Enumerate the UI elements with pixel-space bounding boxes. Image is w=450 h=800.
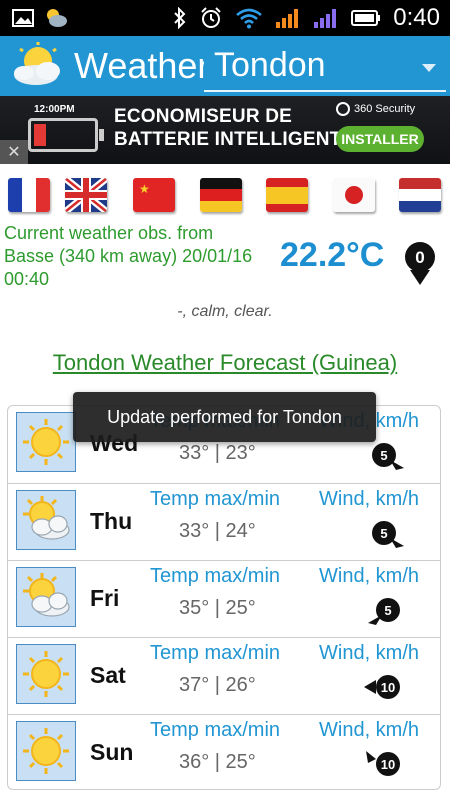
temp-label: Temp max/min [150,565,281,587]
wind-label: Wind, km/h [319,488,420,510]
forecast-temps: 35° | 25° [179,597,256,619]
gallery-icon [12,9,34,27]
spain-flag-icon[interactable] [266,178,308,212]
germany-flag-icon[interactable] [200,178,242,212]
forecast-row[interactable]: Sat Temp max/min 37° | 26° Wind, km/h 10 [8,637,440,714]
temp-label: Temp max/min [150,719,281,741]
ad-brand: 360 Security [336,102,415,116]
temp-label: Temp max/min [150,488,281,510]
app-thumbnail-icon [47,9,67,27]
current-temperature: 22.2°C [280,236,385,274]
forecast-day: Thu [90,508,133,534]
forecast-table: WedTemp max/min33° | 23°Wind, km/h5ThuTe… [7,405,441,790]
forecast-row[interactable]: Sun Temp max/min 36° | 25° Wind, km/h 10 [8,714,440,789]
wind-direction-icon: 10 [362,672,408,702]
forecast-wind-speed: 10 [381,680,395,695]
wind-direction-icon: 0 [405,242,435,285]
forecast-wind-speed: 5 [380,526,387,541]
battery-icon [351,10,381,26]
wind-direction-icon: 5 [362,518,408,548]
forecast-temps: 36° | 25° [179,751,256,773]
sun-cloud-logo [14,42,60,85]
japan-flag-icon[interactable] [333,178,375,212]
current-condition: -, calm, clear. [177,303,273,320]
app-title: Weather [74,45,204,86]
app-bar: Weather Tondon [0,36,450,96]
china-flag-icon[interactable]: ★ [133,178,175,212]
svg-text:★: ★ [139,182,150,196]
ad-brand-name: 360 Security [354,103,416,115]
dropdown-arrow-icon [422,64,436,72]
clock-time: 0:40 [393,4,440,31]
ad-install-button[interactable]: INSTALLER [336,126,424,152]
city-dropdown[interactable]: Tondon [204,42,446,92]
wind-direction-icon: 10 [362,749,408,779]
current-wind-speed: 0 [415,248,424,267]
wifi-icon [236,8,263,29]
update-toast: Update performed for Tondon [73,392,376,442]
current-observation: Current weather obs. from Basse (340 km … [4,222,274,291]
wind-direction-icon: 5 [362,595,408,625]
battery-low-icon [28,118,104,152]
forecast-wind-speed: 5 [384,603,391,618]
sunny-icon [16,644,76,704]
partly-cloudy-icon [16,567,76,627]
ad-headline-2: BATTERIE INTELLIGENT [114,129,342,150]
bluetooth-icon [174,7,186,29]
signal-purple-icon [314,9,337,28]
observation-time: 00:40 [4,269,50,289]
uk-flag-icon[interactable] [65,178,107,212]
security-logo-icon [336,102,350,116]
ad-close-button[interactable]: ✕ [0,140,28,164]
forecast-wind-speed: 10 [381,757,395,772]
status-bar: 0:40 [0,0,450,36]
forecast-day: Fri [90,585,120,611]
forecast-wind-speed: 5 [380,448,387,463]
partly-cloudy-icon [16,490,76,550]
forecast-title-link[interactable]: Tondon Weather Forecast (Guinea) [0,350,450,376]
forecast-day: Sun [90,739,134,765]
forecast-temps: 33° | 23° [179,442,256,464]
forecast-temps: 33° | 24° [179,520,256,542]
alarm-icon [201,7,221,28]
sunny-icon [16,412,76,472]
city-name: Tondon [214,46,326,84]
wind-label: Wind, km/h [319,565,420,587]
temp-label: Temp max/min [150,642,281,664]
wind-direction-icon: 5 [362,440,408,470]
language-flags: ★ [0,172,450,220]
sunny-icon [16,721,76,781]
signal-orange-icon [276,9,299,28]
observation-line-2: Basse (340 km away) 20/01/16 [4,246,253,266]
forecast-temps: 37° | 26° [179,674,256,696]
wind-label: Wind, km/h [319,642,420,664]
france-flag-icon[interactable] [8,178,50,212]
netherlands-flag-icon[interactable] [399,178,441,212]
observation-line-1: Current weather obs. from [4,223,214,243]
forecast-day: Sat [90,662,126,688]
forecast-row[interactable]: Thu Temp max/min 33° | 24° Wind, km/h 5 [8,483,440,560]
forecast-row[interactable]: Fri Temp max/min 35° | 25° Wind, km/h 5 [8,560,440,637]
ad-banner[interactable]: 12:00PM ECONOMISEUR DE BATTERIE INTELLIG… [0,96,450,164]
ad-clock: 12:00PM [34,104,75,115]
wind-label: Wind, km/h [319,719,420,741]
ad-headline-1: ECONOMISEUR DE [114,106,293,127]
